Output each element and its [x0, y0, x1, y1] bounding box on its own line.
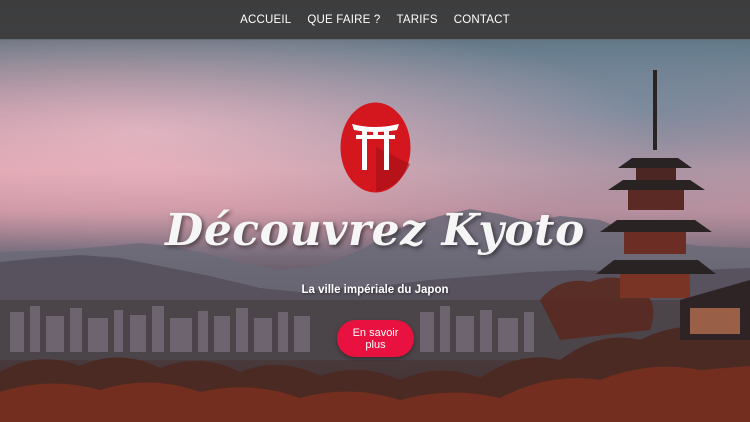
nav-link-contact[interactable]: CONTACT [454, 14, 510, 26]
page-title: Découvrez Kyoto [165, 205, 585, 256]
learn-more-button[interactable]: En savoir plus [337, 320, 414, 357]
torii-gate-icon [340, 102, 411, 193]
nav-link-que-faire[interactable]: QUE FAIRE ? [307, 14, 380, 26]
nav-link-accueil[interactable]: ACCUEIL [240, 14, 291, 26]
nav-link-tarifs[interactable]: TARIFS [397, 14, 438, 26]
main-navigation: ACCUEIL QUE FAIRE ? TARIFS CONTACT [0, 0, 750, 39]
page-subtitle: La ville impériale du Japon [301, 284, 449, 296]
